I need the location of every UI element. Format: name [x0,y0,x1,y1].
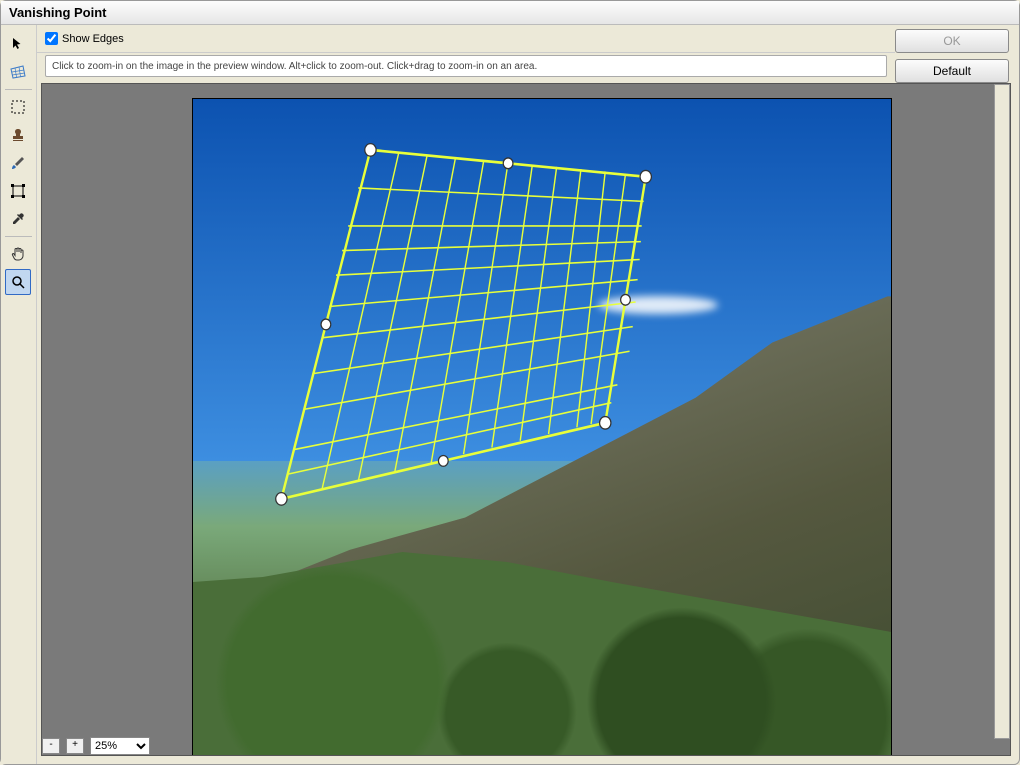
zoom-select[interactable]: 25% [90,737,150,755]
arrow-tool[interactable] [5,31,31,57]
options-bar: Show Edges [37,25,895,53]
image-preview[interactable] [192,98,892,756]
vertical-scrollbar[interactable] [994,84,1010,739]
zoom-out-button[interactable]: - [42,738,60,754]
dialog-buttons: OK Default [895,25,1019,83]
default-button[interactable]: Default [895,59,1009,83]
title-bar: Vanishing Point [1,1,1019,25]
hand-icon [11,247,25,261]
arrow-icon [11,37,25,51]
eyedropper-icon [11,212,25,226]
stamp-icon [11,128,25,142]
show-edges-checkbox[interactable]: Show Edges [45,32,124,45]
stamp-tool[interactable] [5,122,31,148]
eyedropper-tool[interactable] [5,206,31,232]
hand-tool[interactable] [5,241,31,267]
status-hint-text: Click to zoom-in on the image in the pre… [52,61,537,72]
transform-icon [11,184,25,198]
zoom-in-button[interactable]: + [66,738,84,754]
grid-plane-icon [10,65,26,79]
transform-tool[interactable] [5,178,31,204]
show-edges-input[interactable] [45,32,58,45]
create-plane-tool[interactable] [5,59,31,85]
ok-button[interactable]: OK [895,29,1009,53]
marquee-tool[interactable] [5,94,31,120]
brush-icon [11,156,25,170]
toolbar [1,25,37,764]
magnifier-icon [11,275,25,289]
tool-divider [5,236,32,237]
tool-divider [5,89,32,90]
status-hint: Click to zoom-in on the image in the pre… [45,55,887,77]
marquee-icon [11,100,25,114]
zoom-tool[interactable] [5,269,31,295]
show-edges-label: Show Edges [62,33,124,45]
window-title: Vanishing Point [9,5,107,20]
zoom-controls: - + 25% [42,737,150,755]
preview-canvas[interactable] [41,83,1011,756]
brush-tool[interactable] [5,150,31,176]
